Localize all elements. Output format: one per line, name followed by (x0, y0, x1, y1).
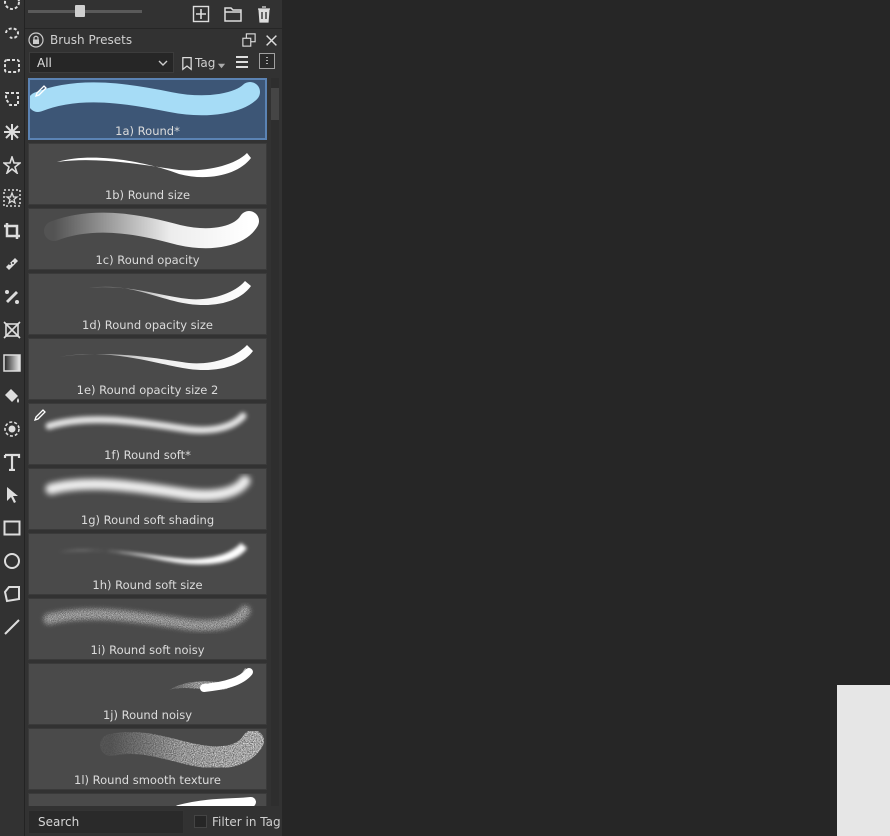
kebab-icon (266, 57, 268, 64)
preset-item[interactable]: 1c) Round opacity (28, 208, 267, 270)
preset-label: 1h) Round soft size (92, 578, 203, 592)
preset-item[interactable]: 1i) Round soft noisy (28, 598, 267, 660)
toolbox (0, 0, 25, 836)
brush-stroke-preview (43, 605, 251, 631)
preset-label: 1j) Round noisy (102, 708, 192, 722)
lock-icon[interactable] (28, 32, 44, 48)
preset-list[interactable]: 1a) Round* 1b) Round size 1c) Round opac… (27, 78, 269, 806)
polygon-tool-icon[interactable] (2, 584, 22, 604)
add-icon (192, 5, 210, 23)
list-view-icon[interactable] (234, 54, 250, 70)
filter-in-tag-checkbox[interactable] (194, 815, 207, 828)
pencil-modified-icon (34, 85, 47, 98)
canvas-area[interactable] (285, 0, 890, 836)
select-shapes-icon[interactable] (2, 188, 22, 208)
preset-label: 1a) Round* (115, 124, 180, 138)
preset-label: 1f) Round soft* (104, 448, 191, 462)
brush-presets-docker: Brush Presets All Tag 1a) Round* 1b) Rou… (25, 0, 282, 836)
float-icon (242, 33, 256, 47)
filter-row: All Tag (25, 51, 282, 75)
smart-patch-icon[interactable] (2, 254, 22, 274)
view-options-button[interactable] (259, 53, 275, 69)
preset-label: 1g) Round soft shading (80, 513, 215, 527)
preset-item[interactable]: 1h) Round soft size (28, 533, 267, 595)
slider-handle[interactable] (75, 5, 85, 17)
brush-stroke-preview (59, 345, 253, 371)
brush-stroke-preview (100, 730, 264, 769)
preset-item[interactable]: 1g) Round soft shading (28, 468, 267, 530)
scrollbar-thumb[interactable] (271, 88, 279, 120)
brush-stroke-preview (169, 668, 253, 692)
dropdown-arrow-icon (218, 63, 226, 68)
rectangle-select-icon[interactable] (2, 56, 22, 76)
search-input[interactable] (28, 810, 184, 834)
trash-icon (258, 6, 270, 23)
preset-label: 1b) Round size (104, 188, 191, 202)
preset-item[interactable]: 1j) Round noisy (28, 663, 267, 725)
ellipse-select-icon[interactable] (2, 0, 22, 12)
line-tool-icon[interactable] (2, 617, 22, 637)
preset-label: 1i) Round soft noisy (90, 643, 205, 657)
ellipse-tool-icon[interactable] (2, 551, 22, 571)
rectangle-tool-icon[interactable] (2, 518, 22, 538)
docker-title: Brush Presets (50, 33, 133, 47)
preset-label: 1d) Round opacity size (82, 318, 213, 332)
delete-resource-button[interactable] (253, 3, 275, 25)
brush-stroke-preview (44, 211, 259, 249)
preset-label: 1c) Round opacity (95, 253, 200, 267)
preset-item[interactable] (28, 793, 267, 806)
brush-stroke-preview (57, 153, 251, 178)
preset-item[interactable]: 1e) Round opacity size 2 (28, 338, 267, 400)
preset-scrollbar[interactable] (271, 78, 279, 806)
preset-item[interactable]: 1l) Round smooth texture (28, 728, 267, 790)
preset-item[interactable]: 1a) Round* (28, 78, 267, 140)
brush-stroke-preview (59, 543, 247, 565)
tag-button-label: Tag (195, 56, 216, 70)
polygon-select-icon[interactable] (2, 89, 22, 109)
preset-label: 1l) Round smooth texture (74, 773, 221, 787)
tag-filter-value: All (37, 56, 52, 70)
close-docker-button[interactable] (263, 32, 279, 48)
top-strip (25, 0, 282, 29)
open-folder-button[interactable] (222, 3, 244, 25)
transform-icon[interactable] (2, 320, 22, 340)
preset-item[interactable]: 1b) Round size (28, 143, 267, 205)
crop-icon[interactable] (2, 221, 22, 241)
pencil-modified-icon (33, 409, 46, 422)
brush-stroke-preview (89, 281, 251, 306)
similar-color-select-icon[interactable] (2, 155, 22, 175)
magic-wand-icon[interactable] (2, 122, 22, 142)
brush-stroke-preview (176, 797, 256, 806)
folder-icon (224, 7, 242, 22)
clone-tool-icon[interactable] (2, 287, 22, 307)
color-picker-icon[interactable] (2, 419, 22, 439)
search-row: Filter in Tag (25, 808, 282, 836)
fill-bucket-icon[interactable] (2, 386, 22, 406)
chevron-down-icon (158, 60, 168, 66)
bookmark-icon (182, 56, 192, 71)
move-pointer-icon[interactable] (2, 485, 22, 505)
brush-stroke-preview (45, 475, 251, 501)
close-icon (265, 34, 277, 46)
import-resource-button[interactable] (190, 3, 212, 25)
brush-stroke-preview (45, 412, 247, 434)
canvas-sheet[interactable] (837, 685, 890, 836)
icon-size-slider[interactable] (28, 10, 142, 13)
docker-title-bar: Brush Presets (25, 29, 282, 51)
freehand-select-icon[interactable] (2, 23, 22, 43)
text-tool-icon[interactable] (2, 452, 22, 472)
tag-filter-dropdown[interactable]: All (29, 52, 174, 73)
preset-item[interactable]: 1d) Round opacity size (28, 273, 267, 335)
gradient-icon[interactable] (2, 353, 22, 373)
preset-label: 1e) Round opacity size 2 (76, 383, 219, 397)
float-docker-button[interactable] (241, 32, 257, 48)
brush-stroke-preview (30, 82, 260, 116)
filter-in-tag-label: Filter in Tag (212, 815, 281, 829)
preset-item[interactable]: 1f) Round soft* (28, 403, 267, 465)
tag-button[interactable]: Tag (182, 53, 226, 73)
